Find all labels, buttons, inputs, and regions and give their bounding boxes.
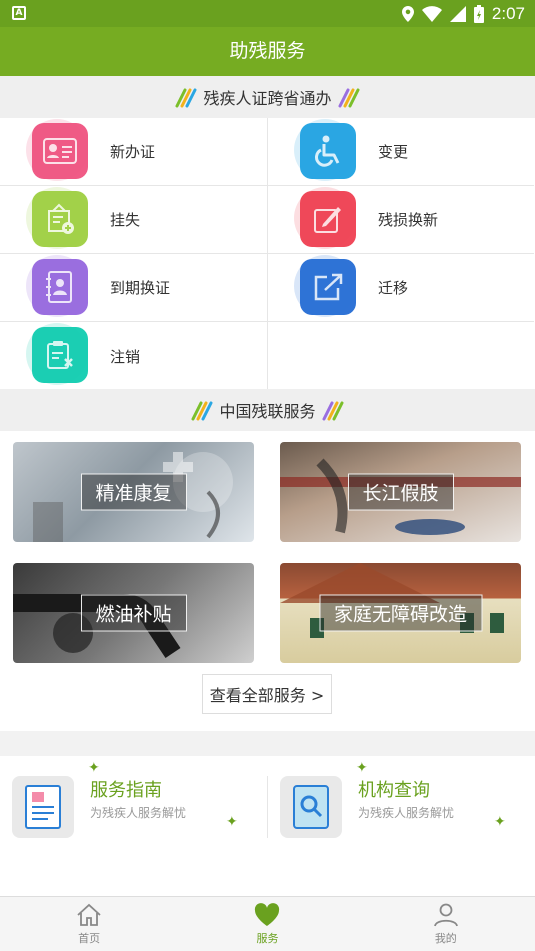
heart-icon: [255, 902, 280, 926]
service-card-label: 燃油补贴: [80, 594, 187, 632]
sparkle-icon: [175, 88, 197, 108]
sparkle-icon: ✦: [88, 760, 100, 776]
tab-mine[interactable]: 我的: [357, 897, 535, 951]
service-card-label: 家庭无障碍改造: [318, 594, 483, 632]
share-out-icon: [294, 255, 356, 317]
tab-label: 服务: [256, 931, 279, 945]
search-book-icon: [280, 776, 342, 838]
guide-title: 服务指南: [90, 780, 162, 801]
service-card-prosthetics[interactable]: 长江假肢: [280, 442, 521, 542]
app-header: 助残服务: [0, 27, 535, 76]
cdpf-services-panel: 精准康复 长江假肢 燃油补贴 家庭无障碍改造 查看全部服务 >: [0, 431, 535, 731]
section-title-text: 中国残联服务: [219, 402, 316, 421]
guide-subtitle: 为残疾人服务解忧: [358, 806, 455, 820]
sparkle-icon: [191, 401, 213, 421]
expiry-renew-item[interactable]: 到期换证: [0, 254, 267, 322]
id-card-icon: [26, 119, 88, 181]
battery-icon: [473, 4, 484, 23]
guide-title: 机构查询: [358, 780, 430, 801]
tab-services[interactable]: 服务: [178, 897, 356, 951]
report-loss-item[interactable]: 挂失: [0, 186, 267, 254]
migrate-item[interactable]: 迁移: [267, 254, 534, 322]
document-icon: [12, 776, 74, 838]
status-bar: A 2:07: [0, 0, 535, 27]
service-guide-entry[interactable]: ✦ ✦ 服务指南 为残疾人服务解忧: [0, 760, 250, 846]
clock: 2:07: [491, 3, 525, 23]
service-card-fuel-subsidy[interactable]: 燃油补贴: [13, 563, 254, 663]
damaged-replace-item[interactable]: 残损换新: [267, 186, 534, 254]
wifi-icon: [421, 5, 442, 22]
tab-home[interactable]: 首页: [0, 897, 178, 951]
service-card-rehab[interactable]: 精准康复: [13, 442, 254, 542]
document-lost-icon: [26, 187, 88, 249]
certificate-services-grid: 新办证 变更 挂失 残损换新 到期换证 迁移 注销: [0, 118, 535, 390]
sparkle-icon: [322, 401, 343, 421]
tab-label: 我的: [434, 931, 457, 945]
grid-item-label: 注销: [110, 347, 141, 366]
new-certificate-item[interactable]: 新办证: [0, 118, 267, 186]
bottom-tab-bar: 首页 服务 我的: [0, 896, 535, 951]
view-all-services-button[interactable]: 查看全部服务 >: [202, 674, 332, 714]
grid-item-label: 到期换证: [110, 279, 171, 297]
cancel-item[interactable]: 注销: [0, 322, 267, 390]
section-title-cross-province: 残疾人证跨省通办: [0, 76, 535, 118]
service-card-home-accessibility[interactable]: 家庭无障碍改造: [280, 563, 521, 663]
wheelchair-icon: [294, 119, 356, 181]
clipboard-cancel-icon: [26, 323, 88, 385]
service-card-label: 精准康复: [80, 473, 187, 511]
grid-item-label: 残损换新: [378, 211, 439, 229]
contact-book-icon: [26, 255, 88, 317]
page-title: 助残服务: [229, 40, 306, 62]
edit-icon: [294, 187, 356, 249]
grid-item-label: 新办证: [110, 143, 156, 161]
user-icon: [433, 903, 458, 926]
signal-icon: [449, 5, 466, 22]
guides-panel: ✦ ✦ 服务指南 为残疾人服务解忧 ✦ ✦ 机构查询 为残疾人服务解忧: [0, 756, 535, 896]
service-card-label: 长江假肢: [347, 473, 454, 511]
sparkle-icon: [338, 88, 359, 108]
sparkle-icon: ✦: [494, 814, 506, 830]
grid-item-label: 挂失: [110, 211, 141, 229]
grid-item-label: 变更: [378, 143, 409, 161]
change-item[interactable]: 变更: [267, 118, 534, 186]
tab-label: 首页: [78, 931, 101, 945]
sparkle-icon: ✦: [356, 760, 368, 776]
grid-item-label: 迁移: [378, 279, 409, 297]
section-title-cdpf-services: 中国残联服务: [0, 389, 535, 431]
location-icon: [401, 5, 414, 22]
notification-icon: A: [12, 6, 26, 20]
sparkle-icon: ✦: [226, 814, 238, 830]
empty-cell: [267, 322, 534, 390]
guide-subtitle: 为残疾人服务解忧: [90, 806, 187, 820]
section-title-text: 残疾人证跨省通办: [203, 89, 332, 108]
institution-search-entry[interactable]: ✦ ✦ 机构查询 为残疾人服务解忧: [268, 760, 518, 846]
home-icon: [77, 903, 101, 926]
